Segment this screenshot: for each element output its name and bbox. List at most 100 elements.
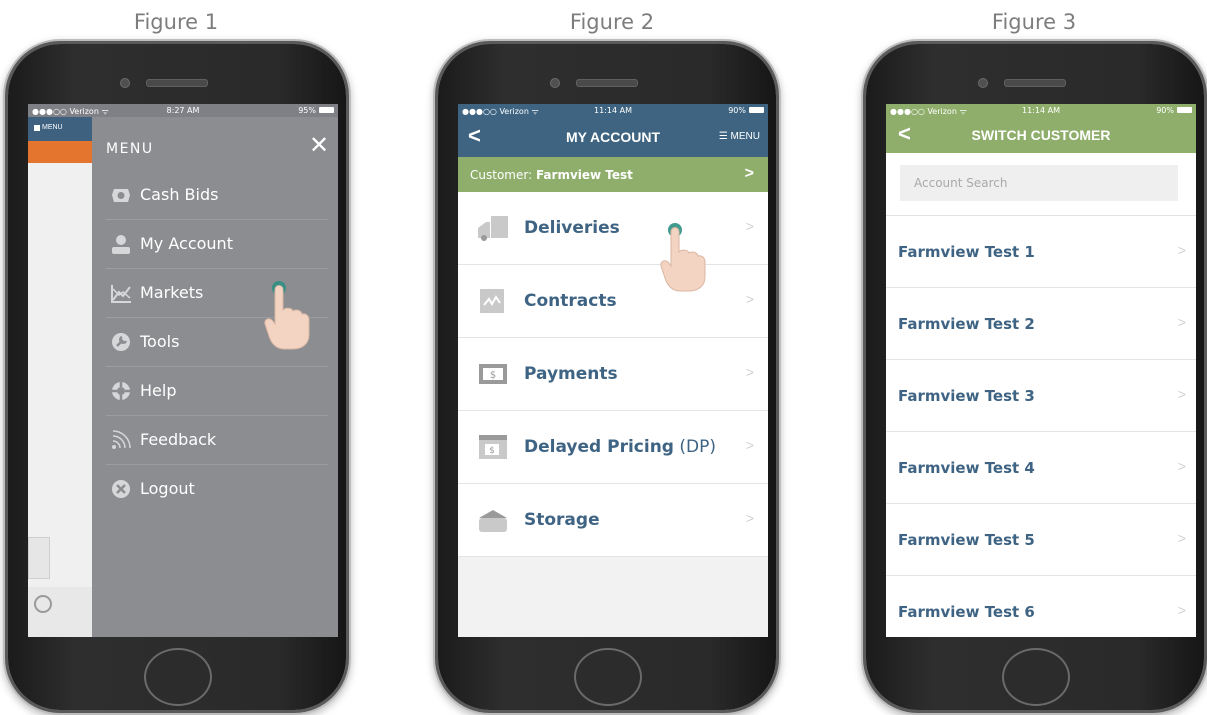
- customer-name: Farmview Test 1: [898, 243, 1035, 261]
- menu-item-cash-bids[interactable]: Cash Bids: [106, 171, 328, 220]
- menu-item-label: Tools: [140, 332, 180, 351]
- menu-item-my-account[interactable]: My Account: [106, 220, 328, 269]
- status-time: 8:27 AM: [166, 106, 200, 115]
- battery-percent: 90%: [1156, 106, 1174, 115]
- item-label-text: Contracts: [524, 291, 617, 311]
- menu-item-logout[interactable]: Logout: [106, 465, 328, 513]
- account-search-input[interactable]: [900, 165, 1178, 201]
- battery-percent: 90%: [728, 106, 746, 115]
- phone-figure-3: ●●●○○ Verizon ᯤ 11:14 AM 90% < SWITCH CU…: [866, 44, 1204, 710]
- chevron-right-icon: >: [1177, 386, 1186, 402]
- svg-text:$: $: [490, 370, 496, 381]
- menu-item-help[interactable]: Help: [106, 367, 328, 416]
- account-item-payments[interactable]: $ Payments >: [458, 338, 768, 411]
- phone-figure-2: ●●●○○ Verizon ᯤ 11:14 AM 90% < MY ACCOUN…: [438, 44, 776, 710]
- chevron-right-icon: >: [1177, 530, 1186, 546]
- account-item-delayed-pricing[interactable]: $ Delayed Pricing (DP) >: [458, 411, 768, 484]
- home-button[interactable]: [144, 648, 212, 706]
- battery-icon: [319, 107, 334, 113]
- page-title: SWITCH CUSTOMER: [971, 127, 1111, 143]
- account-item-label: Contracts: [524, 291, 617, 311]
- chevron-right-icon: >: [744, 165, 754, 182]
- customer-list-item[interactable]: Farmview Test 6 >: [886, 576, 1196, 637]
- item-label-text: Delayed Pricing: [524, 437, 674, 457]
- customer-name: Farmview Test 4: [898, 459, 1035, 477]
- account-item-deliveries[interactable]: Deliveries >: [458, 192, 768, 265]
- payment-icon: $: [479, 364, 507, 384]
- chevron-right-icon: >: [1177, 314, 1186, 330]
- menu-button[interactable]: ☰ MENU: [719, 131, 760, 142]
- customer-name: Farmview Test 3: [898, 387, 1035, 405]
- truck-icon: [478, 216, 508, 241]
- customer-name: Farmview Test 5: [898, 531, 1035, 549]
- chevron-right-icon: >: [745, 510, 754, 526]
- chevron-right-icon: >: [745, 291, 754, 307]
- phone-screen: ●●●○○ Verizon ᯤ 11:14 AM 90% < SWITCH CU…: [886, 104, 1196, 637]
- hamburger-icon: [34, 125, 40, 131]
- phone-sensor: [550, 78, 560, 88]
- phone-sensor: [978, 78, 988, 88]
- account-item-contracts[interactable]: Contracts >: [458, 265, 768, 338]
- account-item-label: Delayed Pricing (DP): [524, 437, 716, 457]
- close-menu-button[interactable]: ✕: [304, 131, 334, 161]
- customer-list-item[interactable]: Farmview Test 3 >: [886, 360, 1196, 432]
- home-button[interactable]: [574, 648, 642, 706]
- home-button[interactable]: [1002, 648, 1070, 706]
- item-label-text: Deliveries: [524, 218, 620, 238]
- item-label-text: Payments: [524, 364, 618, 384]
- contract-icon: [480, 289, 504, 313]
- customer-list-item[interactable]: Farmview Test 2 >: [886, 288, 1196, 360]
- menu-item-feedback[interactable]: Feedback: [106, 416, 328, 465]
- customer-name: Farmview Test 2: [898, 315, 1035, 333]
- feedback-icon: [112, 430, 131, 449]
- underlying-navbar: MENU: [28, 117, 92, 141]
- figure-1-caption: Figure 1: [133, 10, 219, 34]
- account-icon: [112, 235, 130, 254]
- underlying-footer: [28, 587, 92, 637]
- customer-list-item[interactable]: Farmview Test 5 >: [886, 504, 1196, 576]
- item-label-text: Storage: [524, 510, 600, 530]
- account-item-label: Storage: [524, 510, 600, 530]
- battery-icon: [749, 107, 764, 113]
- phone-speaker: [1004, 79, 1066, 87]
- side-menu-drawer: MENU ✕ Cash Bids My Account Markets Tool: [92, 117, 338, 637]
- underlying-orange-banner: [28, 141, 92, 163]
- account-item-label: Payments: [524, 364, 618, 384]
- menu-item-label: Markets: [140, 283, 204, 302]
- status-time: 11:14 AM: [1022, 106, 1060, 115]
- info-icon: [34, 595, 52, 613]
- svg-text:$: $: [489, 446, 495, 456]
- tap-hand-icon: [264, 281, 310, 350]
- chevron-right-icon: >: [1177, 602, 1186, 618]
- chevron-right-icon: >: [1177, 458, 1186, 474]
- customer-list-item[interactable]: Farmview Test 4 >: [886, 432, 1196, 504]
- phone-sensor: [120, 78, 130, 88]
- menu-item-label: Help: [140, 381, 177, 400]
- phone-screen: ●●●○○ Verizon ᯤ 11:14 AM 90% < MY ACCOUN…: [458, 104, 768, 637]
- underlying-menu-label: MENU: [42, 124, 63, 131]
- customer-list: Farmview Test 1 > Farmview Test 2 > Farm…: [886, 216, 1196, 637]
- chevron-right-icon: >: [745, 437, 754, 453]
- customer-name: Farmview Test: [535, 168, 633, 182]
- logout-icon: [112, 480, 130, 498]
- help-icon: [112, 382, 130, 400]
- status-bar: ●●●○○ Verizon ᯤ 11:14 AM 90%: [458, 104, 768, 117]
- menu-title: MENU: [106, 141, 154, 157]
- phone-screen: ●●●○○ Verizon ᯤ 8:27 AM 95% MENU MENU ✕ …: [28, 104, 338, 637]
- phone-speaker: [576, 79, 638, 87]
- menu-item-label: Logout: [140, 479, 195, 498]
- customer-list-item[interactable]: Farmview Test 1 >: [886, 216, 1196, 288]
- menu-item-label: Cash Bids: [140, 185, 219, 204]
- customer-prefix: Customer:: [470, 168, 536, 182]
- chevron-right-icon: >: [745, 364, 754, 380]
- account-item-storage[interactable]: Storage >: [458, 484, 768, 557]
- tap-hand-icon: [660, 223, 706, 292]
- figure-3-caption: Figure 3: [991, 10, 1077, 34]
- chevron-right-icon: >: [1177, 242, 1186, 258]
- chevron-right-icon: >: [745, 218, 754, 234]
- underlying-tile: [28, 537, 50, 579]
- customer-name: Farmview Test 6: [898, 603, 1035, 621]
- status-bar: ●●●○○ Verizon ᯤ 11:14 AM 90%: [886, 104, 1196, 117]
- phone-figure-1: ●●●○○ Verizon ᯤ 8:27 AM 95% MENU MENU ✕ …: [8, 44, 346, 710]
- customer-switch-bar[interactable]: Customer: Farmview Test >: [458, 157, 768, 192]
